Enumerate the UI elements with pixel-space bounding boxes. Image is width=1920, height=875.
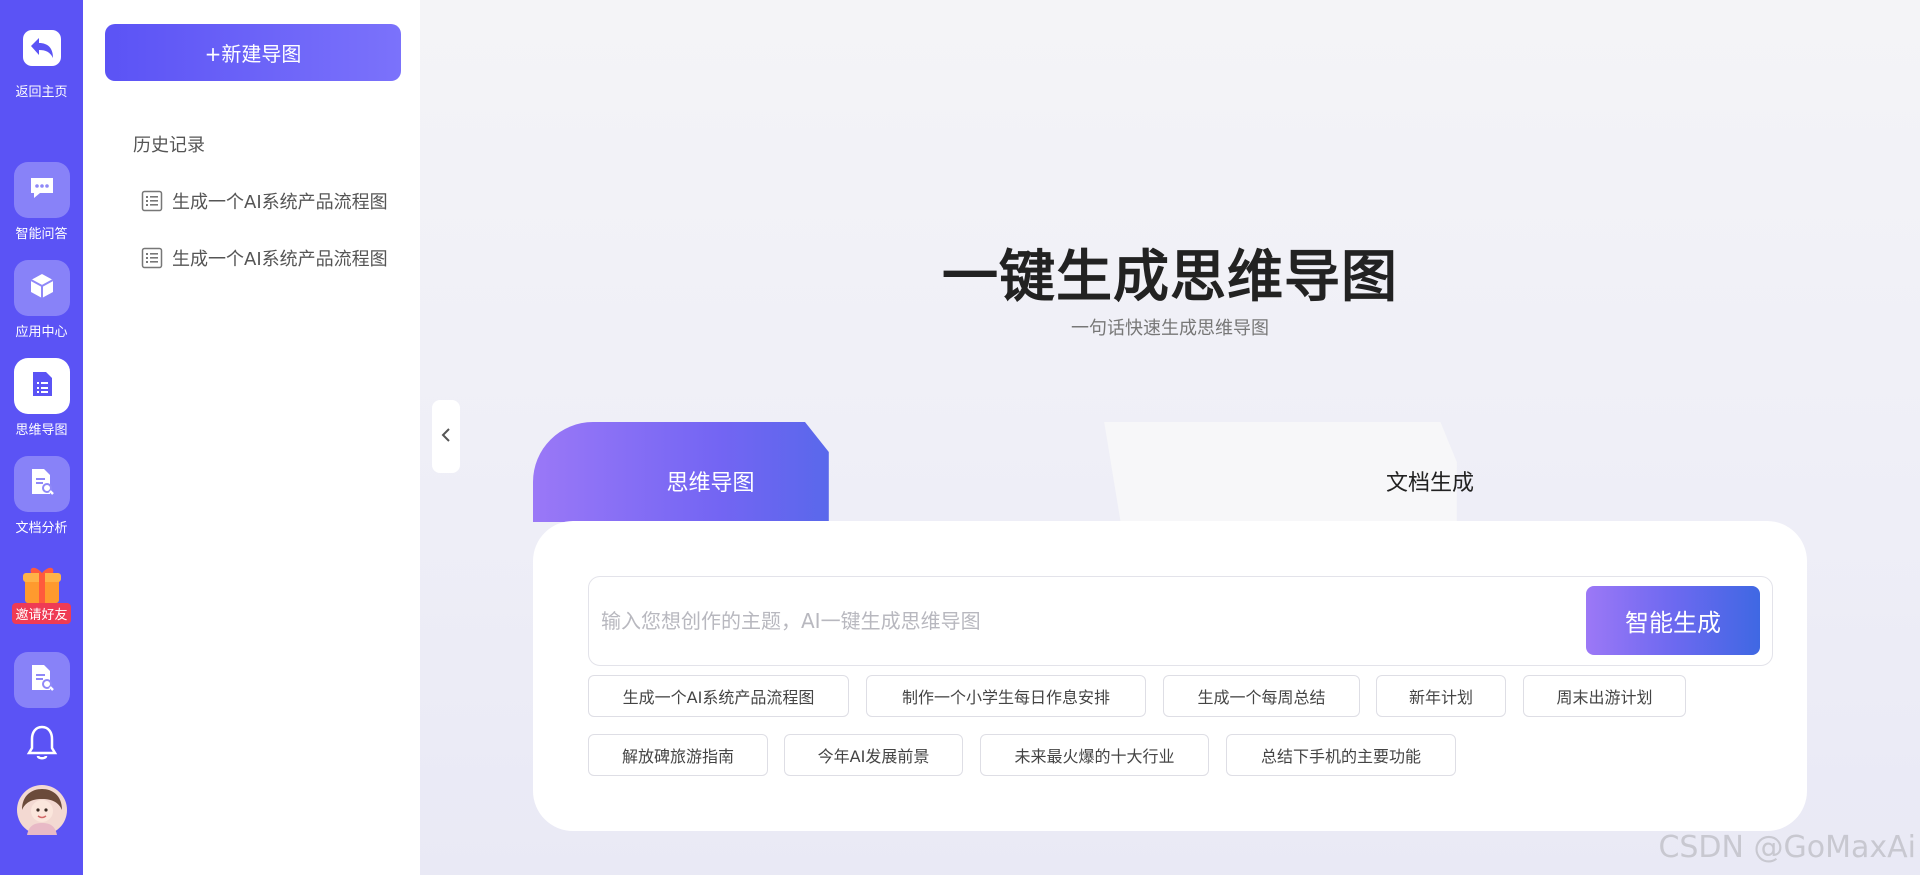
avatar: [16, 785, 67, 839]
chat-tile: [13, 162, 70, 218]
rail-item-chat[interactable]: 智能问答: [0, 162, 83, 242]
bell-icon: [26, 724, 58, 766]
doc-analysis-tile: [13, 456, 70, 512]
notifications-button[interactable]: [0, 724, 83, 766]
history-item-label: 生成一个AI系统产品流程图: [172, 249, 388, 270]
suggestion-chip[interactable]: 周末出游计划: [1523, 675, 1686, 717]
tab-mindmap[interactable]: 思维导图: [533, 465, 888, 497]
rail-label-invite: 邀请好友: [12, 603, 71, 624]
suggestion-chip[interactable]: 生成一个AI系统产品流程图: [588, 675, 849, 717]
rail-item-doc-analysis[interactable]: 文档分析: [0, 456, 83, 536]
mindmap-icon: [30, 370, 54, 402]
chevron-left-icon: [441, 427, 451, 447]
suggestion-chip[interactable]: 未来最火爆的十大行业: [980, 734, 1209, 776]
page-title: 一键生成思维导图: [942, 245, 1398, 310]
cube-icon: [29, 272, 55, 304]
suggestion-chip[interactable]: 今年AI发展前景: [784, 734, 963, 776]
return-icon: [17, 24, 67, 76]
history-panel: +新建导图 历史记录 生成一个AI系统产品流程图 生成一个AI系统产品流程图: [83, 0, 420, 875]
suggestion-chip[interactable]: 制作一个小学生每日作息安排: [866, 675, 1146, 717]
back-home-label: 返回主页: [15, 85, 68, 100]
mindmap-tile: [13, 358, 70, 414]
suggestion-chip[interactable]: 解放碑旅游指南: [588, 734, 768, 776]
rail-item-mindmap[interactable]: 思维导图: [0, 358, 83, 438]
rail-label-chat: 智能问答: [15, 227, 68, 242]
back-home-button[interactable]: 返回主页: [0, 24, 83, 100]
extra-doc-tile: [13, 652, 70, 708]
rail-label-apps: 应用中心: [15, 325, 68, 340]
rail-item-extra-doc[interactable]: [0, 652, 83, 708]
document-search-icon: [29, 467, 55, 501]
list-doc-icon: [141, 247, 163, 269]
history-item[interactable]: 生成一个AI系统产品流程图: [141, 188, 388, 214]
page-subtitle: 一句话快速生成思维导图: [1071, 318, 1269, 339]
history-item[interactable]: 生成一个AI系统产品流程图: [141, 245, 388, 271]
suggestion-chip[interactable]: 总结下手机的主要功能: [1226, 734, 1456, 776]
smart-generate-button[interactable]: 智能生成: [1586, 586, 1760, 655]
list-doc-icon: [141, 190, 163, 212]
watermark: CSDN @GoMaxAi: [1658, 830, 1916, 865]
topic-input[interactable]: [601, 597, 1501, 645]
apps-tile: [13, 260, 70, 316]
user-avatar-button[interactable]: [0, 785, 83, 839]
topic-input-box: 智能生成: [588, 576, 1773, 666]
rail-item-apps[interactable]: 应用中心: [0, 260, 83, 340]
suggestion-chip[interactable]: 生成一个每周总结: [1163, 675, 1360, 717]
chat-bubble-icon: [28, 175, 56, 205]
new-mindmap-button[interactable]: +新建导图: [105, 24, 401, 81]
document-search-icon: [29, 663, 55, 697]
collapse-panel-button[interactable]: [432, 400, 460, 473]
rail-item-invite[interactable]: 邀请好友: [0, 563, 83, 624]
suggestion-chip[interactable]: 新年计划: [1376, 675, 1506, 717]
rail-label-doc-analysis: 文档分析: [15, 521, 68, 536]
history-item-label: 生成一个AI系统产品流程图: [172, 192, 388, 213]
app-rail: 返回主页 智能问答 应用中心 思维导图 文档分析 邀请好友: [0, 0, 83, 875]
tab-doc-generate[interactable]: 文档生成: [1320, 465, 1540, 497]
tab-doc-generate-bg: [1104, 422, 1457, 522]
rail-label-mindmap: 思维导图: [15, 423, 68, 438]
history-title: 历史记录: [133, 135, 205, 156]
